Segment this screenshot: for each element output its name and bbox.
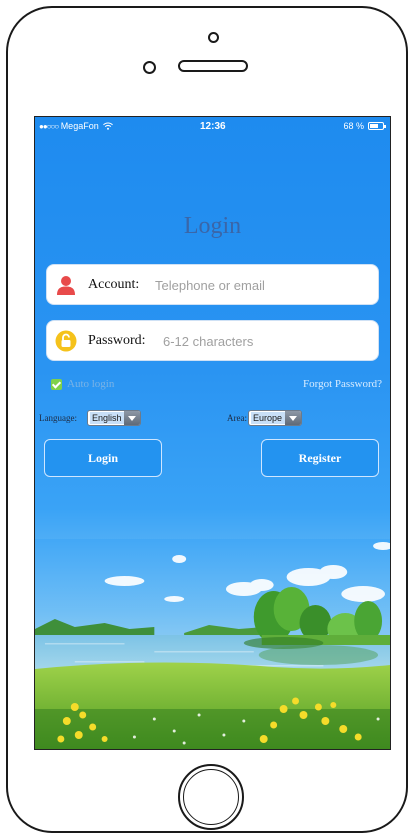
front-sensor (208, 32, 219, 43)
status-bar: ●●○○○ MegaFon 12:36 68 % (35, 117, 390, 135)
carrier: ●●○○○ MegaFon (39, 121, 114, 131)
battery-fill (370, 124, 378, 128)
battery-icon (368, 122, 386, 130)
landscape-background (35, 539, 390, 749)
auto-login-label: Auto login (67, 378, 115, 390)
home-button-ring (183, 769, 239, 825)
account-label: Account: (88, 277, 140, 292)
signal-icon: ●●○○○ (39, 122, 59, 131)
auto-login-checkbox[interactable] (51, 379, 62, 390)
password-input[interactable] (163, 331, 373, 351)
chevron-down-icon (124, 411, 140, 425)
password-label: Password: (88, 333, 146, 348)
page-title: Login (183, 213, 242, 239)
status-time: 12:36 (200, 121, 226, 132)
account-field[interactable]: Account: (46, 264, 379, 305)
language-select[interactable]: English (87, 410, 141, 426)
battery-percent: 68 % (343, 121, 364, 131)
user-icon (57, 276, 75, 295)
forgot-password-link[interactable]: Forgot Password? (303, 378, 382, 390)
chevron-down-icon (285, 411, 301, 425)
language-label: Language: (39, 413, 77, 423)
login-button[interactable]: Login (44, 439, 162, 477)
wifi-icon (103, 122, 114, 130)
area-select[interactable]: Europe (248, 410, 302, 426)
front-camera (143, 61, 156, 74)
register-button[interactable]: Register (261, 439, 379, 477)
area-label: Area: (227, 413, 247, 423)
earpiece-speaker (178, 60, 248, 72)
carrier-name: MegaFon (60, 121, 99, 131)
account-input[interactable] (155, 275, 365, 295)
password-field[interactable]: Password: (46, 320, 379, 361)
app-screen: ●●○○○ MegaFon 12:36 68 % Login Account: (34, 116, 391, 750)
language-value: English (90, 412, 126, 424)
lock-icon (55, 330, 77, 352)
area-value: Europe (251, 412, 287, 424)
